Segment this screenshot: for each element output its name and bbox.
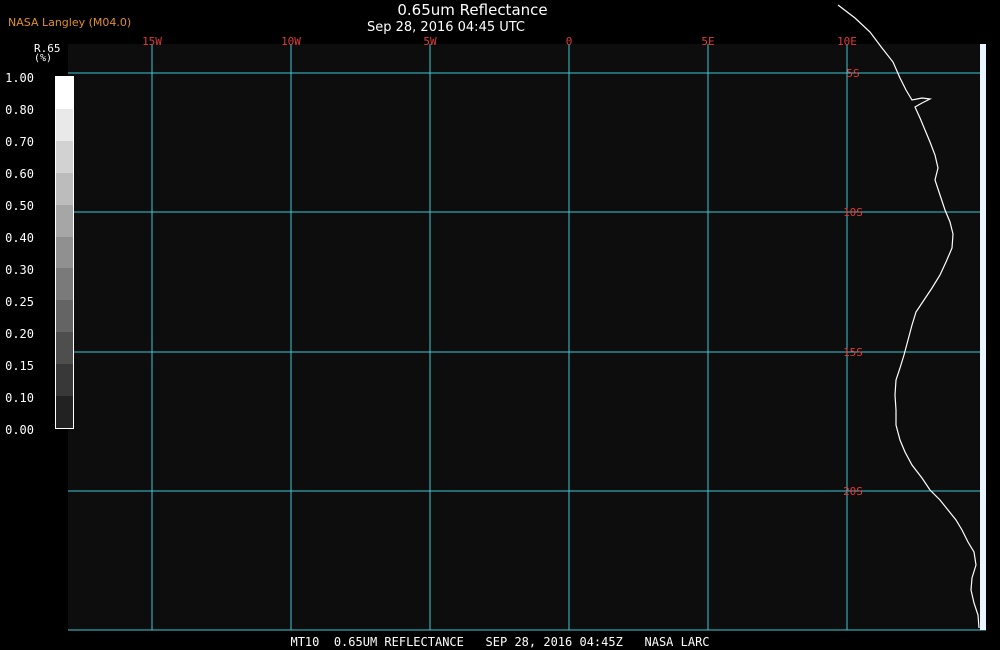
- land-edge-strip: [980, 44, 986, 630]
- longitude-label: 10W: [281, 35, 301, 48]
- colorbar-segment: [56, 140, 73, 173]
- colorbar-tick-label: 0.80: [5, 103, 34, 117]
- longitude-label: 0: [566, 35, 573, 48]
- map-overlay: 15W 10W 5W 0 5E 10E 5S 10S 15S 20S: [68, 4, 986, 631]
- latitude-label: 5S: [846, 67, 859, 80]
- colorbar-tick-label: 0.00: [5, 423, 34, 437]
- longitude-label: 5W: [423, 35, 437, 48]
- latitude-label: 20S: [843, 485, 863, 498]
- colorbar-segment: [56, 332, 73, 365]
- coastline: [837, 4, 980, 629]
- colorbar-segment: [56, 236, 73, 269]
- colorbar-tick-label: 0.25: [5, 295, 34, 309]
- colorbar-segment: [56, 204, 73, 237]
- latitude-label: 10S: [843, 206, 863, 219]
- colorbar-segment: [56, 300, 73, 333]
- colorbar-segment: [56, 396, 73, 428]
- graticule: [68, 44, 986, 631]
- colorbar-units: (%): [34, 53, 53, 64]
- colorbar-tick-label: 0.30: [5, 263, 34, 277]
- colorbar-segment: [56, 268, 73, 301]
- colorbar-segment: [56, 172, 73, 205]
- colorbar-tick-label: 0.60: [5, 167, 34, 181]
- longitude-label: 5E: [701, 35, 714, 48]
- longitude-label: 10E: [837, 35, 857, 48]
- colorbar-segment: [56, 77, 73, 109]
- colorbar: [55, 76, 74, 429]
- colorbar-tick-label: 0.15: [5, 359, 34, 373]
- colorbar-segment: [56, 108, 73, 141]
- colorbar-tick-label: 0.10: [5, 391, 34, 405]
- colorbar-tick-label: 0.70: [5, 135, 34, 149]
- colorbar-segment: [56, 364, 73, 397]
- longitude-label: 15W: [142, 35, 162, 48]
- latitude-label: 15S: [843, 346, 863, 359]
- colorbar-tick-label: 0.50: [5, 199, 34, 213]
- colorbar-tick-label: 0.20: [5, 327, 34, 341]
- latitude-labels: 5S 10S 15S 20S: [843, 67, 863, 498]
- longitude-labels: 15W 10W 5W 0 5E 10E: [142, 35, 857, 48]
- footer-caption: MT10 0.65UM REFLECTANCE SEP 28, 2016 04:…: [290, 635, 710, 649]
- colorbar-tick-label: 1.00: [5, 71, 34, 85]
- colorbar-tick-label: 0.40: [5, 231, 34, 245]
